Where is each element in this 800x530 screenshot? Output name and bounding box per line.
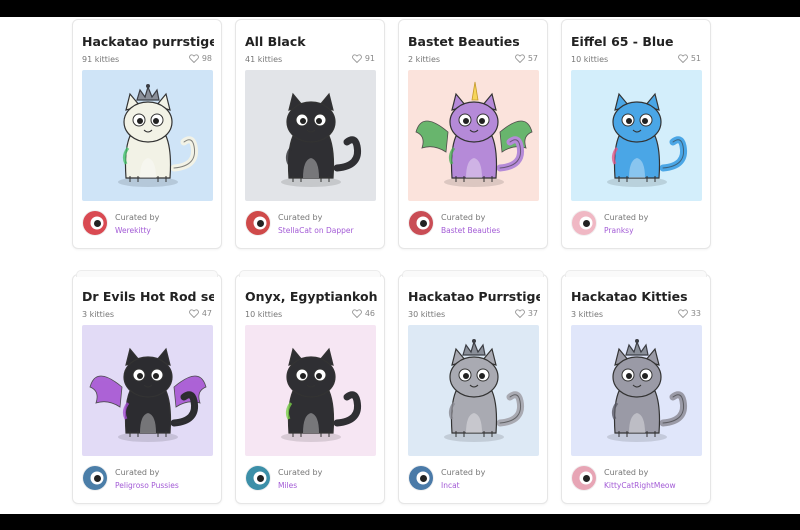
- kitty-count: 10 kitties: [245, 310, 283, 319]
- like-count: 91: [364, 54, 375, 63]
- collection-title[interactable]: Hackatao purrstiges: [82, 34, 214, 49]
- avatar[interactable]: [408, 465, 434, 491]
- kitty-count: 3 kitties: [571, 310, 604, 319]
- curator-link[interactable]: Incat: [441, 481, 460, 490]
- kitty-artwork[interactable]: [571, 70, 702, 201]
- collection-title[interactable]: Bastet Beauties: [408, 34, 540, 49]
- like-count: 98: [201, 54, 212, 63]
- collection-card[interactable]: Onyx, Egyptiankohl, … 10 kitties 46: [235, 270, 385, 504]
- kitty-count: 30 kitties: [408, 310, 446, 319]
- like-counter[interactable]: 98: [188, 54, 212, 63]
- curator-block: Curated by StellaCat on Dapper: [245, 210, 377, 238]
- like-count: 51: [690, 54, 701, 63]
- curator-block: Curated by Incat: [408, 465, 540, 493]
- collection-card[interactable]: Hackatao Kitties 3 kitties 33 Curated by…: [561, 270, 711, 504]
- curator-block: Curated by KittyCatRightMeow: [571, 465, 703, 493]
- top-letterbox-bar: [0, 0, 800, 17]
- curated-by-label: Curated by: [278, 468, 323, 477]
- collection-title[interactable]: All Black: [245, 34, 377, 49]
- heart-icon[interactable]: [188, 54, 199, 63]
- like-counter[interactable]: 91: [351, 54, 375, 63]
- like-counter[interactable]: 57: [514, 54, 538, 63]
- curator-link[interactable]: StellaCat on Dapper: [278, 226, 354, 235]
- curator-link[interactable]: KittyCatRightMeow: [604, 481, 676, 490]
- curator-link[interactable]: Pranksy: [604, 226, 634, 235]
- heart-icon[interactable]: [514, 54, 525, 63]
- kitty-count: 10 kitties: [571, 55, 609, 64]
- kitty-artwork[interactable]: [245, 70, 376, 201]
- heart-icon[interactable]: [351, 309, 362, 318]
- collection-card[interactable]: Hackatao Purrstige 30 kitties 37 Curated…: [398, 270, 548, 504]
- kitty-count: 91 kitties: [82, 55, 120, 64]
- like-counter[interactable]: 33: [677, 309, 701, 318]
- avatar[interactable]: [245, 210, 271, 236]
- like-count: 47: [201, 309, 212, 318]
- collection-card[interactable]: All Black 41 kitties 91 Curated by Stell…: [235, 19, 385, 249]
- collection-title[interactable]: Eiffel 65 - Blue: [571, 34, 703, 49]
- kitty-artwork[interactable]: [82, 70, 213, 201]
- curated-by-label: Curated by: [441, 213, 486, 222]
- kitty-count: 41 kitties: [245, 55, 283, 64]
- curator-link[interactable]: Peligroso Pussies: [115, 481, 179, 490]
- like-counter[interactable]: 51: [677, 54, 701, 63]
- curator-link[interactable]: Werekitty: [115, 226, 151, 235]
- kitty-artwork[interactable]: [245, 325, 376, 456]
- collection-card[interactable]: Bastet Beauties 2 kitties 57 Curated by …: [398, 19, 548, 249]
- heart-icon[interactable]: [514, 309, 525, 318]
- collection-card[interactable]: Dr Evils Hot Rod seri… 3 kitties 47: [72, 270, 222, 504]
- curator-block: Curated by Pranksy: [571, 210, 703, 238]
- avatar[interactable]: [408, 210, 434, 236]
- curator-block: Curated by Peligroso Pussies: [82, 465, 214, 493]
- curator-block: Curated by Miles: [245, 465, 377, 493]
- avatar[interactable]: [82, 465, 108, 491]
- collection-title[interactable]: Onyx, Egyptiankohl, …: [245, 289, 377, 304]
- bottom-letterbox-bar: [0, 514, 800, 530]
- like-count: 57: [527, 54, 538, 63]
- like-counter[interactable]: 46: [351, 309, 375, 318]
- curated-by-label: Curated by: [604, 468, 649, 477]
- curated-by-label: Curated by: [441, 468, 486, 477]
- heart-icon[interactable]: [677, 54, 688, 63]
- kitty-count: 2 kitties: [408, 55, 441, 64]
- kitty-collection-grid: Hackatao purrstiges 91 kitties 98 Curate…: [72, 17, 714, 514]
- like-count: 46: [364, 309, 375, 318]
- curated-by-label: Curated by: [604, 213, 649, 222]
- collection-title[interactable]: Hackatao Kitties: [571, 289, 703, 304]
- collection-title[interactable]: Hackatao Purrstige: [408, 289, 540, 304]
- curated-by-label: Curated by: [115, 213, 160, 222]
- like-count: 37: [527, 309, 538, 318]
- curated-by-label: Curated by: [115, 468, 160, 477]
- collection-card[interactable]: Eiffel 65 - Blue 10 kitties 51 Curated b…: [561, 19, 711, 249]
- heart-icon[interactable]: [677, 309, 688, 318]
- kitty-artwork[interactable]: [408, 325, 539, 456]
- curated-by-label: Curated by: [278, 213, 323, 222]
- kitty-artwork[interactable]: [571, 325, 702, 456]
- avatar[interactable]: [571, 210, 597, 236]
- avatar[interactable]: [245, 465, 271, 491]
- like-counter[interactable]: 47: [188, 309, 212, 318]
- heart-icon[interactable]: [188, 309, 199, 318]
- heart-icon[interactable]: [351, 54, 362, 63]
- curator-link[interactable]: Miles: [278, 481, 297, 490]
- curator-link[interactable]: Bastet Beauties: [441, 226, 500, 235]
- avatar[interactable]: [571, 465, 597, 491]
- like-counter[interactable]: 37: [514, 309, 538, 318]
- curator-block: Curated by Bastet Beauties: [408, 210, 540, 238]
- like-count: 33: [690, 309, 701, 318]
- avatar[interactable]: [82, 210, 108, 236]
- kitty-artwork[interactable]: [82, 325, 213, 456]
- kitty-count: 3 kitties: [82, 310, 115, 319]
- collection-card[interactable]: Hackatao purrstiges 91 kitties 98 Curate…: [72, 19, 222, 249]
- kitty-artwork[interactable]: [408, 70, 539, 201]
- collection-title[interactable]: Dr Evils Hot Rod seri…: [82, 289, 214, 304]
- curator-block: Curated by Werekitty: [82, 210, 214, 238]
